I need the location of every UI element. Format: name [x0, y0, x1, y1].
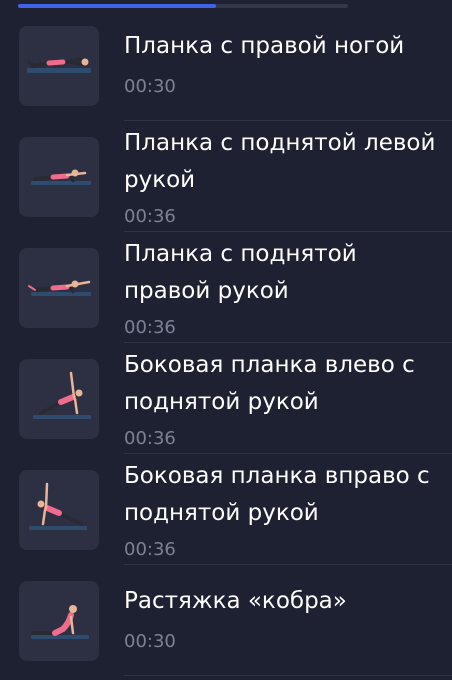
- exercise-title: Боковая планка влево с поднятой рукой: [124, 352, 415, 415]
- row-divider: [124, 675, 452, 676]
- side-plank-figure: [33, 371, 91, 419]
- exercise-thumbnail: [19, 137, 99, 217]
- cobra-stretch-figure: [31, 605, 89, 639]
- exercise-thumbnail: [19, 470, 99, 550]
- exercise-row[interactable]: Боковая планка вправо с поднятой рукой 0…: [0, 454, 452, 565]
- exercise-row[interactable]: Растяжка «кобра» 00:30: [0, 565, 452, 676]
- exercise-title: Планка с поднятой правой рукой: [124, 241, 357, 304]
- workout-progress-bar: [18, 4, 348, 8]
- exercise-duration: 00:36: [124, 206, 176, 227]
- exercise-title: Планка с поднятой левой рукой: [124, 130, 436, 193]
- exercise-title: Планка с правой ногой: [124, 33, 405, 59]
- plank-arm-raise-figure: [31, 169, 91, 185]
- exercise-thumbnail: [19, 248, 99, 328]
- exercise-thumbnail: [19, 26, 99, 106]
- exercise-row[interactable]: Планка с поднятой левой рукой 00:36: [0, 121, 452, 232]
- exercise-duration: 00:30: [124, 76, 176, 97]
- exercise-row[interactable]: Планка с правой ногой 00:30: [0, 10, 452, 121]
- plank-leg-raise-figure: [27, 57, 91, 73]
- exercise-row[interactable]: Боковая планка влево с поднятой рукой 00…: [0, 343, 452, 454]
- exercise-duration: 00:36: [124, 317, 176, 338]
- plank-arm-raise-figure: [28, 280, 91, 296]
- side-plank-figure: [29, 482, 87, 530]
- exercise-thumbnail: [19, 359, 99, 439]
- exercise-duration: 00:30: [124, 631, 176, 652]
- exercise-row[interactable]: Планка с поднятой правой рукой 00:36: [0, 232, 452, 343]
- exercise-title: Растяжка «кобра»: [124, 588, 347, 614]
- exercise-title: Боковая планка вправо с поднятой рукой: [124, 463, 430, 526]
- exercise-list: Планка с правой ногой 00:30 Планка с под…: [0, 10, 452, 676]
- exercise-duration: 00:36: [124, 539, 176, 560]
- exercise-duration: 00:36: [124, 428, 176, 449]
- exercise-thumbnail: [19, 581, 99, 661]
- workout-progress-fill: [18, 4, 216, 8]
